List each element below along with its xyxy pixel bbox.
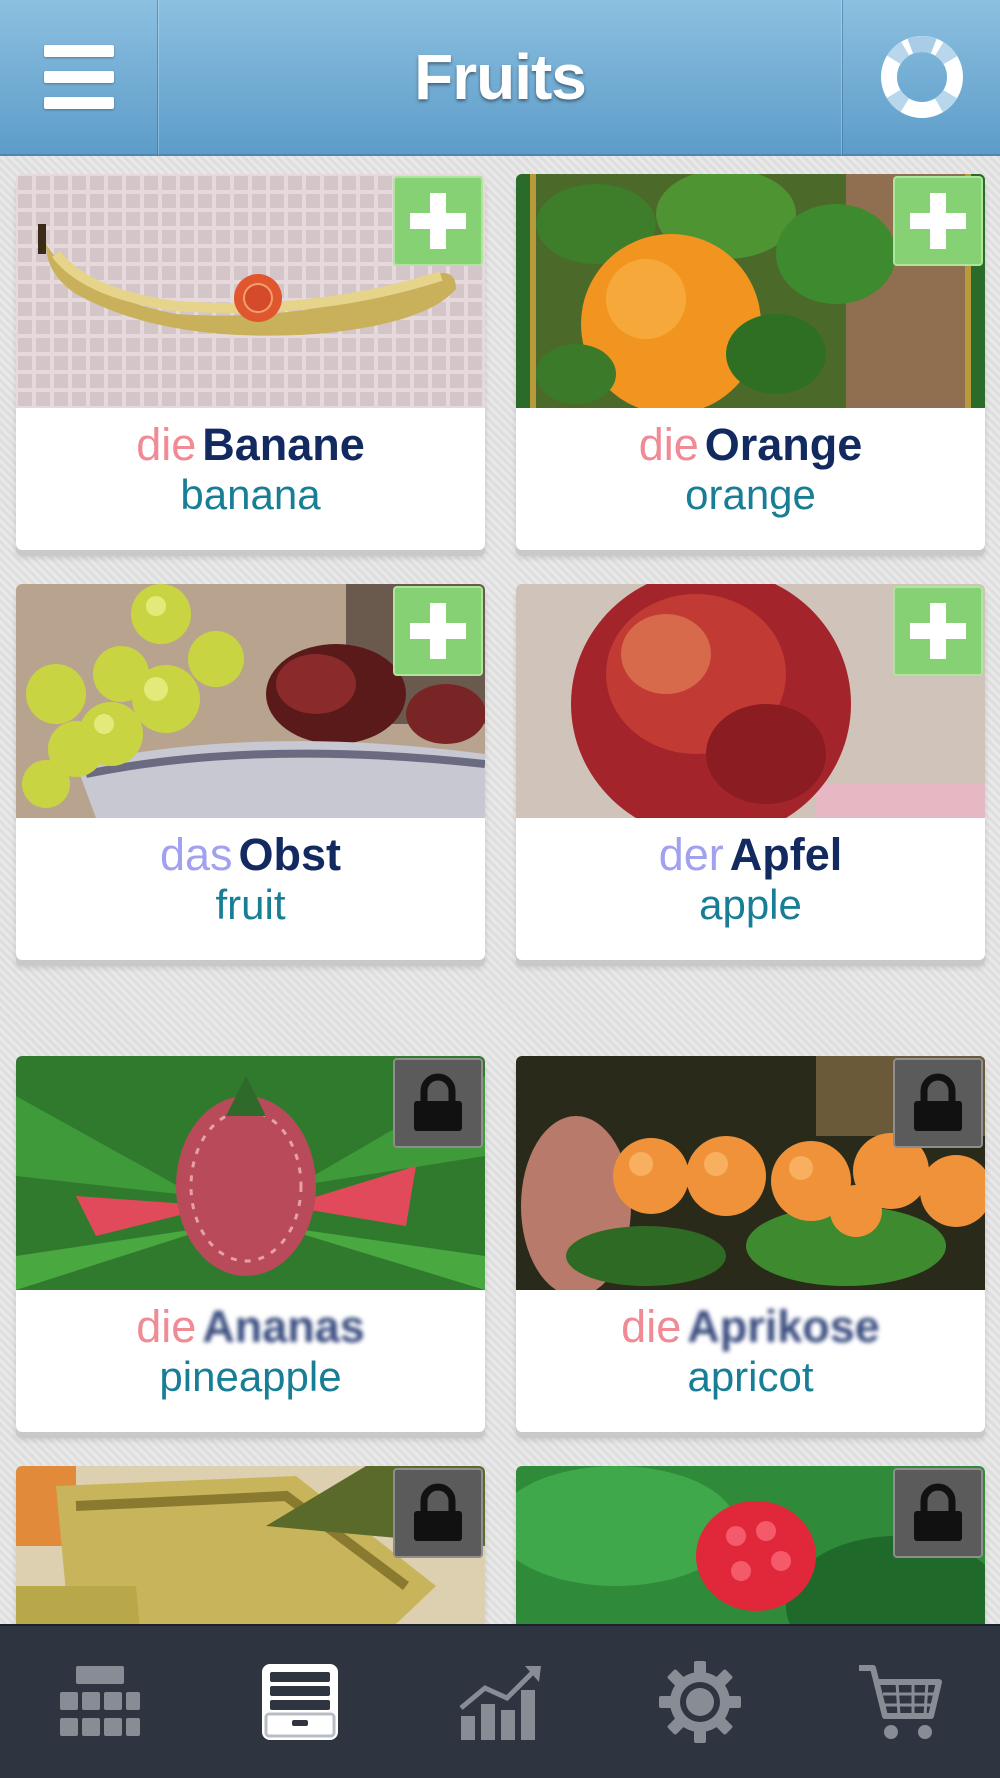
- header-bar: Fruits: [0, 0, 1000, 156]
- gear-icon: [659, 1661, 741, 1743]
- english-translation: apricot: [687, 1353, 814, 1400]
- tab-overview[interactable]: [45, 1647, 155, 1757]
- lifebuoy-help-icon: [880, 36, 963, 118]
- word-card[interactable]: der Apfel apple: [516, 584, 985, 960]
- grid-icon: [60, 1666, 140, 1736]
- lock-icon: [414, 1073, 462, 1131]
- bottom-tab-bar: [0, 1624, 1000, 1778]
- article-label: die: [136, 1301, 197, 1352]
- english-translation: pineapple: [159, 1353, 342, 1400]
- plus-icon: [910, 193, 966, 249]
- article-label: die: [621, 1301, 682, 1352]
- german-noun: Ananas: [202, 1301, 365, 1352]
- hamburger-menu-icon: [43, 45, 114, 109]
- add-card-button[interactable]: [393, 176, 483, 266]
- lock-icon: [914, 1073, 962, 1131]
- card-words: das Obst fruit: [16, 818, 485, 960]
- locked-card-indicator: [893, 1058, 983, 1148]
- word-card[interactable]: die Aprikose apricot: [516, 1056, 985, 1432]
- german-noun: Aprikose: [687, 1301, 880, 1352]
- plus-icon: [910, 603, 966, 659]
- plus-icon: [410, 603, 466, 659]
- english-translation: orange: [685, 471, 816, 518]
- locked-card-indicator: [393, 1468, 483, 1558]
- locked-card-indicator: [393, 1058, 483, 1148]
- tab-settings[interactable]: [645, 1647, 755, 1757]
- article-label: die: [638, 419, 699, 470]
- german-noun: Banane: [202, 419, 365, 470]
- locked-card-indicator: [893, 1468, 983, 1558]
- card-box-icon: [262, 1664, 338, 1740]
- word-card[interactable]: die Orange orange: [516, 174, 985, 550]
- tab-cards[interactable]: [245, 1647, 355, 1757]
- german-noun: Apfel: [729, 829, 843, 880]
- german-noun: Orange: [704, 419, 863, 470]
- tab-statistics[interactable]: [445, 1647, 555, 1757]
- card-words: der Apfel apple: [516, 818, 985, 960]
- lock-icon: [914, 1483, 962, 1541]
- add-card-button[interactable]: [393, 586, 483, 676]
- tab-shop[interactable]: [845, 1647, 955, 1757]
- card-words: die Aprikose apricot: [516, 1290, 985, 1432]
- article-label: der: [658, 829, 724, 880]
- german-noun: Obst: [238, 829, 342, 880]
- english-translation: banana: [180, 471, 321, 518]
- add-card-button[interactable]: [893, 586, 983, 676]
- add-card-button[interactable]: [893, 176, 983, 266]
- word-card[interactable]: das Obst fruit: [16, 584, 485, 960]
- article-label: das: [159, 829, 233, 880]
- card-words: die Ananas pineapple: [16, 1290, 485, 1432]
- shopping-cart-icon: [859, 1665, 942, 1739]
- article-label: die: [136, 419, 197, 470]
- menu-button[interactable]: [0, 0, 158, 155]
- word-card[interactable]: die Banane banana: [16, 174, 485, 550]
- plus-icon: [410, 193, 466, 249]
- card-words: die Orange orange: [516, 408, 985, 550]
- english-translation: fruit: [215, 881, 286, 928]
- help-button[interactable]: [842, 0, 1000, 155]
- page-title: Fruits: [414, 41, 587, 113]
- stats-chart-icon: [459, 1666, 541, 1740]
- english-translation: apple: [699, 881, 802, 928]
- card-words: die Banane banana: [16, 408, 485, 550]
- lock-icon: [414, 1483, 462, 1541]
- word-card[interactable]: die Ananas pineapple: [16, 1056, 485, 1432]
